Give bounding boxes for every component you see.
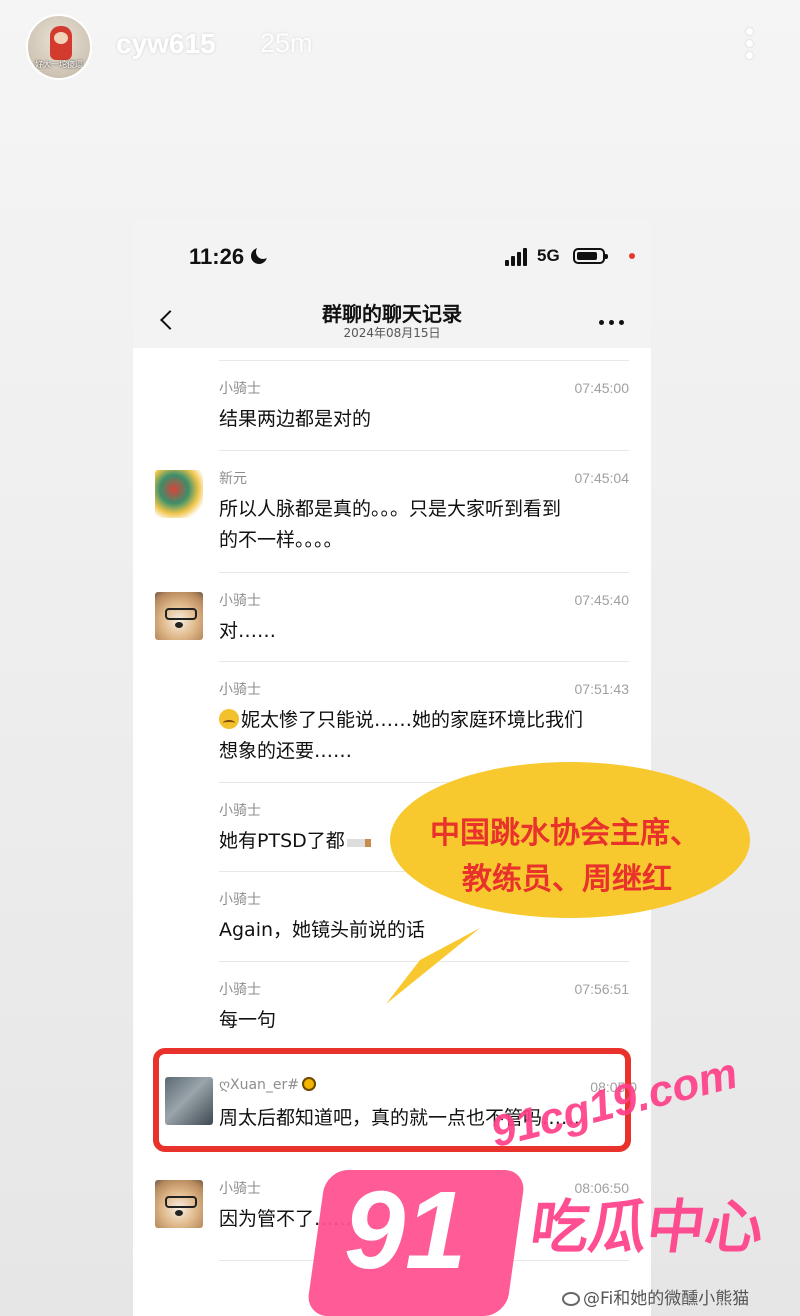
story-avatar[interactable]: 好大一坨傻逼 <box>26 14 92 80</box>
chat-title: 群聊的聊天记录 <box>322 302 462 326</box>
divider <box>219 572 629 573</box>
message-time: 07:45:00 <box>574 380 630 396</box>
message-text: 对…… <box>219 620 277 642</box>
avatar[interactable] <box>155 1180 203 1228</box>
divider <box>219 661 629 662</box>
sender-name: 小骑士 <box>219 982 261 998</box>
more-options-icon[interactable] <box>740 26 760 62</box>
status-bar: 11:26 5G <box>133 220 651 296</box>
message-time: 07:45:04 <box>574 470 630 486</box>
message-text: 结果两边都是对的 <box>219 408 372 430</box>
sender-name: 小骑士 <box>219 381 261 397</box>
message-text-line: 妮太惨了只能说……她的家庭环境比我们 <box>219 705 629 736</box>
avatar-caption: 好大一坨傻逼 <box>35 60 83 69</box>
weibo-credit: @Fi和她的微醺小熊猫 <box>562 1284 749 1309</box>
message-item[interactable]: 新元 07:45:04 所以人脉都是真的。。。只是大家听到看到 的不一样。。。。 <box>133 460 651 570</box>
sender-name: 新元 <box>219 471 247 487</box>
teletubby-face <box>54 32 68 44</box>
message-time: 07:45:40 <box>574 592 630 608</box>
sender-name: 小骑士 <box>219 892 261 908</box>
chat-navbar: 群聊的聊天记录 2024年08月15日 <box>133 296 651 348</box>
message-text-line: 的不一样。。。。 <box>219 529 343 551</box>
recording-dot-icon <box>629 253 635 259</box>
status-time: 11:26 <box>189 244 245 269</box>
network-type: 5G <box>537 246 560 265</box>
weibo-icon <box>562 1292 580 1306</box>
story-username[interactable]: cyw615 <box>116 28 216 60</box>
divider <box>219 360 629 361</box>
watermark-title: 吃瓜中心 <box>526 1193 769 1261</box>
cigarette-emoji-icon <box>346 839 371 847</box>
more-icon[interactable] <box>595 312 629 332</box>
chat-date: 2024年08月15日 <box>343 326 441 340</box>
story-time-ago: 25m <box>260 28 313 58</box>
message-item[interactable]: 小骑士 07:45:00 结果两边都是对的 <box>133 370 651 460</box>
story-header: 好大一坨傻逼 cyw615 25m <box>0 0 800 100</box>
message-time: 07:51:43 <box>574 681 630 697</box>
callout-text-line: 中国跳水协会主席、 <box>430 816 700 851</box>
avatar[interactable] <box>155 592 203 640</box>
message-item[interactable]: 小骑士 07:45:40 对…… <box>133 582 651 662</box>
moon-icon <box>251 245 270 264</box>
message-text-line: 所以人脉都是真的。。。只是大家听到看到 <box>219 498 562 520</box>
watermark-number: 91 <box>344 1169 467 1292</box>
divider <box>219 450 629 451</box>
signal-icon <box>505 248 531 266</box>
sender-name: 小骑士 <box>219 803 261 819</box>
battery-icon <box>573 248 608 264</box>
sender-name: 小骑士 <box>219 593 261 609</box>
crying-emoji-icon <box>219 709 239 729</box>
callout-text-line: 教练员、周继红 <box>462 862 672 897</box>
avatar[interactable] <box>155 470 203 518</box>
sender-name: 小骑士 <box>219 1181 261 1197</box>
sender-name: 小骑士 <box>219 682 261 698</box>
